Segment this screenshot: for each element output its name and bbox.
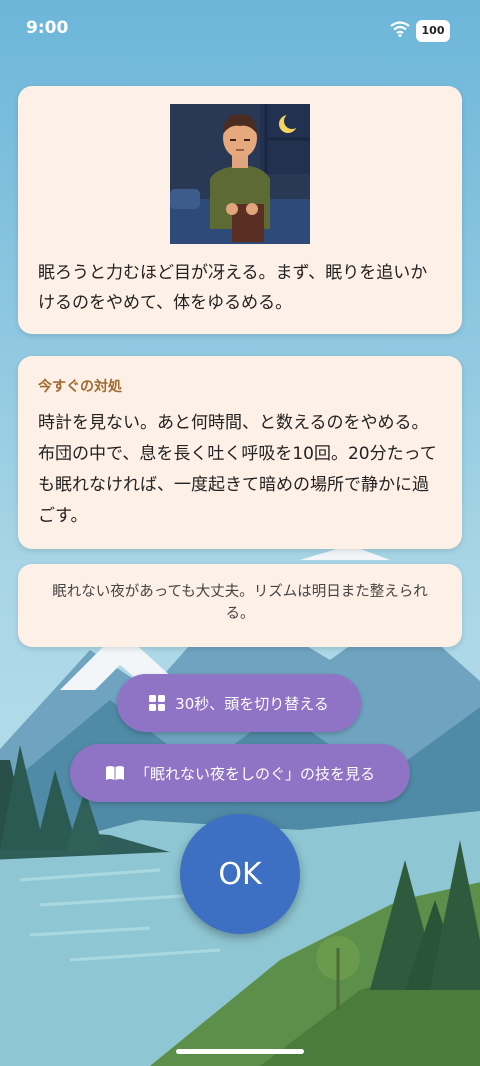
book-icon xyxy=(105,766,124,780)
status-time: 9:00 xyxy=(26,18,69,38)
battery-level: 100 xyxy=(421,24,445,37)
sleepless-man-illustration xyxy=(170,104,310,244)
status-bar: 9:00 100 xyxy=(0,0,480,60)
grid-icon xyxy=(149,695,166,711)
card-action-body: 時計を見ない。あと何時間、と数えるのをやめる。布団の中で、息を長く吐く呼吸を10… xyxy=(38,413,437,526)
ok-button[interactable]: OK xyxy=(180,814,300,934)
card-reassure-message: 眠れない夜があっても大丈夫。リズムは明日また整えられる。 xyxy=(52,584,428,622)
home-indicator[interactable] xyxy=(176,1049,304,1054)
sleepless-tips-button[interactable]: 「眠れない夜をしのぐ」の技を見る xyxy=(70,744,410,802)
battery-indicator: 100 xyxy=(416,20,450,42)
card-top: 眠ろうと力むほど目が冴える。まず、眠りを追いかけるのをやめて、体をゆるめる。 xyxy=(18,86,462,334)
card-top-message: 眠ろうと力むほど目が冴える。まず、眠りを追いかけるのをやめて、体をゆるめる。 xyxy=(38,263,428,313)
switch-mind-label: 30秒、頭を切り替える xyxy=(175,694,329,713)
sleepless-tips-label: 「眠れない夜をしのぐ」の技を見る xyxy=(134,764,375,783)
card-action: 今すぐの対処 時計を見ない。あと何時間、と数えるのをやめる。布団の中で、息を長く… xyxy=(18,356,462,549)
ok-label: OK xyxy=(218,856,262,892)
card-reassure: 眠れない夜があっても大丈夫。リズムは明日また整えられる。 xyxy=(18,564,462,647)
card-action-heading: 今すぐの対処 xyxy=(38,379,122,395)
switch-mind-button[interactable]: 30秒、頭を切り替える xyxy=(117,674,361,732)
wifi-icon xyxy=(390,21,410,37)
screen: 9:00 100 眠ろうと力むほど目が冴える。まず、眠りを追いかけるのをやめて、… xyxy=(0,0,480,1066)
